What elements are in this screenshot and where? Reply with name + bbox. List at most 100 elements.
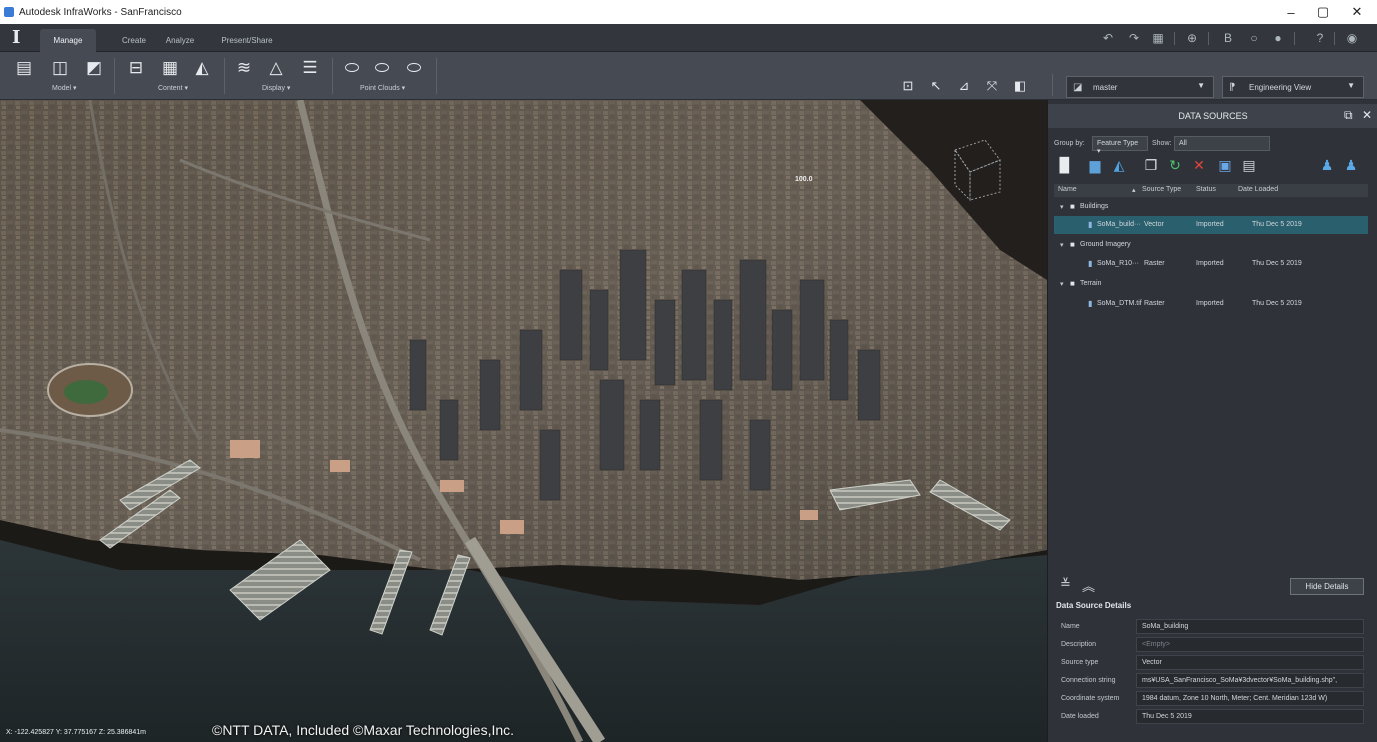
tools-icon[interactable]: ⤧ — [982, 76, 1002, 96]
hide-details-button[interactable]: Hide Details — [1290, 578, 1364, 595]
ribbon-group-point-clouds[interactable]: Point Clouds ▾ — [360, 84, 405, 92]
source-status: Imported — [1196, 260, 1224, 267]
column-header-source-type[interactable]: Source Type — [1142, 186, 1181, 193]
source-type: Raster — [1144, 260, 1165, 267]
minimize-button[interactable]: – — [1273, 0, 1309, 24]
users-icon[interactable]: ♟ — [1318, 156, 1336, 174]
table-row[interactable]: ▮ SoMa_R10··· Raster Imported Thu Dec 5 … — [1054, 255, 1368, 273]
group-by-label: Group by: — [1054, 140, 1085, 147]
column-header-name[interactable]: Name — [1058, 186, 1077, 193]
tab-analyze[interactable]: Analyze — [160, 29, 200, 52]
export-icon[interactable]: ▤ — [1240, 156, 1258, 174]
database-icon[interactable]: ▆ — [1086, 156, 1104, 174]
point-cloud-icon[interactable]: ⬭ — [340, 56, 364, 80]
chevron-down-icon: ▼ — [1347, 81, 1355, 90]
detail-value[interactable]: <Empty> — [1136, 637, 1364, 652]
detail-row-connection-string: Connection string ms¥USA_SanFrancisco_So… — [1056, 673, 1366, 689]
source-type: Raster — [1144, 300, 1165, 307]
close-button[interactable]: ✕ — [1339, 0, 1375, 24]
model-settings-icon[interactable]: ◩ — [82, 56, 106, 80]
point-cloud-terrain-icon[interactable]: ⬭ — [370, 56, 394, 80]
save-icon[interactable]: ▦ — [1150, 31, 1166, 45]
copy-icon[interactable]: ❐ — [1142, 156, 1160, 174]
chevron-down-icon[interactable]: ▾ — [1060, 280, 1064, 288]
share-icon[interactable]: ♟ — [1342, 156, 1360, 174]
tree-group-buildings[interactable]: ▾ ■ Buildings — [1054, 198, 1368, 216]
column-header-status[interactable]: Status — [1196, 186, 1216, 193]
show-select[interactable]: All — [1174, 136, 1270, 151]
tree-group-ground-imagery[interactable]: ▾ ■ Ground Imagery — [1054, 236, 1368, 254]
collapse-down-icon[interactable]: ≚ — [1060, 576, 1071, 592]
add-file-icon[interactable]: ▉ — [1056, 156, 1074, 174]
view-cube-icon[interactable]: ⊡ — [898, 76, 918, 96]
data-sources-icon[interactable]: ⊟ — [124, 56, 148, 80]
maximize-button[interactable]: ▢ — [1305, 0, 1341, 24]
model-properties-icon[interactable]: ◫ — [48, 56, 72, 80]
data-sources-table-header: Name ▴ Source Type Status Date Loaded — [1054, 184, 1368, 197]
styles-icon[interactable]: ▦ — [158, 56, 182, 80]
terrain-display-icon[interactable]: △ — [264, 56, 288, 80]
source-type: Vector — [1144, 221, 1164, 228]
tab-present-share[interactable]: Present/Share — [214, 29, 280, 52]
content-library-icon[interactable]: ◭ — [190, 56, 214, 80]
source-name: SoMa_DTM.tif — [1097, 300, 1142, 307]
table-row[interactable]: ▮ SoMa_DTM.tif Raster Imported Thu Dec 5… — [1054, 295, 1368, 313]
float-panel-icon[interactable]: ⧉ — [1344, 108, 1353, 123]
detail-value[interactable]: ms¥USA_SanFrancisco_SoMa¥3dvector¥SoMa_b… — [1136, 673, 1364, 688]
point-cloud-theme-icon[interactable]: ⬭ — [402, 56, 426, 80]
detail-value[interactable]: Thu Dec 5 2019 — [1136, 709, 1364, 724]
refresh-icon[interactable]: ↻ — [1166, 156, 1184, 174]
detail-value[interactable]: 1984 datum, Zone 10 North, Meter; Cent. … — [1136, 691, 1364, 706]
source-status: Imported — [1196, 300, 1224, 307]
display-list-icon[interactable]: ☰ — [298, 56, 322, 80]
group-name: Ground Imagery — [1080, 241, 1131, 248]
configure-icon[interactable]: ▣ — [1216, 156, 1234, 174]
tree-group-terrain[interactable]: ▾ ■ Terrain — [1054, 275, 1368, 293]
elevation-label: 100.0 — [795, 176, 813, 183]
chevron-down-icon[interactable]: ▾ — [1060, 203, 1064, 211]
close-panel-icon[interactable]: ✕ — [1362, 108, 1372, 122]
detail-row-description: Description <Empty> — [1056, 637, 1366, 653]
undo-icon[interactable]: ↶ — [1100, 31, 1116, 45]
window-title: Autodesk InfraWorks - SanFrancisco — [19, 6, 182, 18]
panel-toggle-icon[interactable]: ◧ — [1010, 76, 1030, 96]
bim360-icon[interactable]: B — [1220, 31, 1236, 45]
tab-create[interactable]: Create — [114, 29, 154, 52]
measure-icon[interactable]: ⊿ — [954, 76, 974, 96]
expand-up-icon[interactable]: ︽ — [1082, 576, 1095, 595]
city-model-scene[interactable] — [0, 100, 1047, 742]
ribbon-group-display[interactable]: Display ▾ — [262, 84, 290, 92]
detail-value[interactable]: Vector — [1136, 655, 1364, 670]
view-select[interactable]: ⁋ Engineering View ▼ — [1222, 76, 1364, 98]
profile-icon[interactable]: ◉ — [1344, 31, 1360, 45]
app-icon — [4, 7, 14, 17]
infraworks-window: Autodesk InfraWorks - SanFrancisco – ▢ ✕… — [0, 0, 1377, 742]
title-bar: Autodesk InfraWorks - SanFrancisco – ▢ ✕ — [0, 0, 1377, 24]
delete-icon[interactable]: ✕ — [1190, 156, 1208, 174]
proposal-select[interactable]: ◪ master ▼ — [1066, 76, 1214, 98]
detail-value[interactable]: SoMa_building — [1136, 619, 1364, 634]
tab-manage[interactable]: Manage — [40, 29, 96, 52]
chevron-down-icon[interactable]: ▾ — [1060, 241, 1064, 249]
column-header-date-loaded[interactable]: Date Loaded — [1238, 186, 1278, 193]
detail-row-date-loaded: Date loaded Thu Dec 5 2019 — [1056, 709, 1366, 725]
table-row[interactable]: ▮ SoMa_build··· Vector Imported Thu Dec … — [1054, 216, 1368, 234]
3d-viewport[interactable]: 100.0 X: -122.425827 Y: 37.775167 Z: 25.… — [0, 100, 1047, 742]
folder-icon: ■ — [1070, 202, 1075, 211]
sync-icon[interactable]: ○ — [1246, 31, 1262, 45]
sort-icon: ▴ — [1132, 187, 1136, 194]
group-by-select[interactable]: Feature Type ▾ — [1092, 136, 1148, 155]
model-builder-icon[interactable]: ▤ — [12, 56, 36, 80]
ribbon-group-model[interactable]: Model ▾ — [52, 84, 77, 92]
toolbar-separator — [1208, 32, 1209, 45]
select-icon[interactable]: ↖ — [926, 76, 946, 96]
layers-icon[interactable]: ≋ — [232, 56, 256, 80]
redo-icon[interactable]: ↷ — [1126, 31, 1142, 45]
user-account-icon[interactable]: ● — [1270, 31, 1286, 45]
help-icon[interactable]: ? — [1312, 31, 1328, 45]
ribbon-group-content[interactable]: Content ▾ — [158, 84, 188, 92]
infraworks-logo[interactable]: I — [12, 27, 20, 48]
map-icon[interactable]: ◭ — [1110, 156, 1128, 174]
globe-icon[interactable]: ⊕ — [1184, 31, 1200, 45]
detail-key: Name — [1061, 623, 1080, 630]
